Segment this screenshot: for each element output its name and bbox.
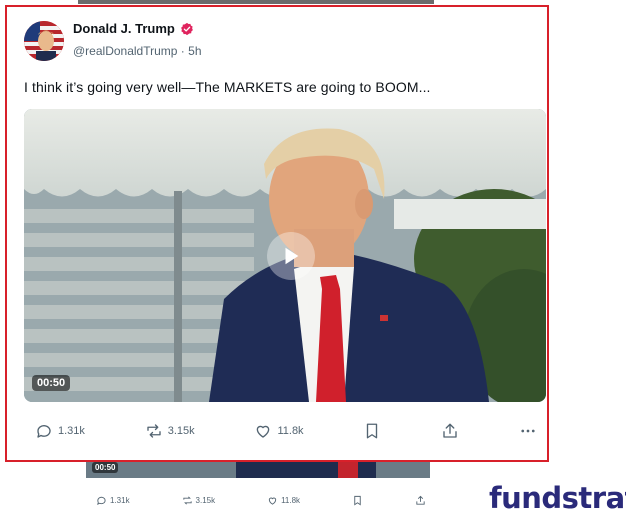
- post-text: I think it’s going very well—The MARKETS…: [24, 79, 431, 95]
- reply-icon: [97, 496, 106, 505]
- display-name[interactable]: Donald J. Trump: [73, 21, 175, 36]
- background-like-button[interactable]: 11.8k: [267, 495, 300, 506]
- verified-badge-icon: [180, 22, 193, 35]
- avatar-image: [24, 21, 64, 61]
- bookmark-icon: [367, 423, 378, 439]
- reply-button[interactable]: 1.31k: [35, 422, 85, 440]
- play-icon: [285, 247, 299, 265]
- author-name-row: Donald J. Trump: [73, 21, 194, 36]
- share-button[interactable]: [441, 422, 459, 440]
- video-player[interactable]: 00:50: [24, 109, 546, 402]
- handle[interactable]: @realDonaldTrump: [73, 44, 177, 58]
- background-video-duration: 00:50: [92, 462, 119, 473]
- bookmark-icon: [354, 495, 361, 505]
- highlighted-post: Donald J. Trump @realDonaldTrump · 5h I …: [5, 5, 549, 462]
- like-button[interactable]: 11.8k: [254, 422, 304, 440]
- handle-separator: ·: [180, 44, 185, 58]
- reply-count: 1.31k: [58, 425, 85, 437]
- video-duration: 00:50: [32, 375, 71, 391]
- bookmark-button[interactable]: [363, 422, 381, 440]
- background-repost-count: 3.15k: [195, 495, 216, 505]
- background-share-button[interactable]: [415, 495, 426, 506]
- repost-button[interactable]: 3.15k: [145, 422, 195, 440]
- post-age[interactable]: 5h: [188, 44, 201, 58]
- share-icon: [443, 423, 457, 438]
- like-icon: [257, 425, 270, 438]
- background-reply-button[interactable]: 1.31k: [96, 495, 130, 506]
- repost-icon: [147, 424, 161, 438]
- more-icon: [521, 429, 535, 433]
- background-repost-button[interactable]: 3.15k: [182, 495, 216, 506]
- post-actions: 1.31k 3.15k 11.8k: [35, 419, 537, 443]
- share-icon: [416, 495, 425, 505]
- repost-icon: [182, 496, 192, 504]
- background-post-top-strip: [78, 0, 434, 4]
- fundstrat-logo: fundstrat: [489, 481, 626, 515]
- background-post-actions: 1.31k 3.15k 11.8k: [96, 491, 426, 509]
- background-reply-count: 1.31k: [110, 495, 130, 505]
- more-button[interactable]: [519, 422, 537, 440]
- avatar[interactable]: [24, 21, 64, 61]
- background-like-count: 11.8k: [281, 495, 301, 505]
- background-bookmark-button[interactable]: [352, 495, 363, 506]
- repost-count: 3.15k: [167, 425, 195, 437]
- handle-row: @realDonaldTrump · 5h: [73, 44, 202, 58]
- like-icon: [268, 497, 277, 505]
- play-button[interactable]: [267, 232, 315, 280]
- like-count: 11.8k: [277, 425, 304, 437]
- reply-icon: [37, 425, 51, 438]
